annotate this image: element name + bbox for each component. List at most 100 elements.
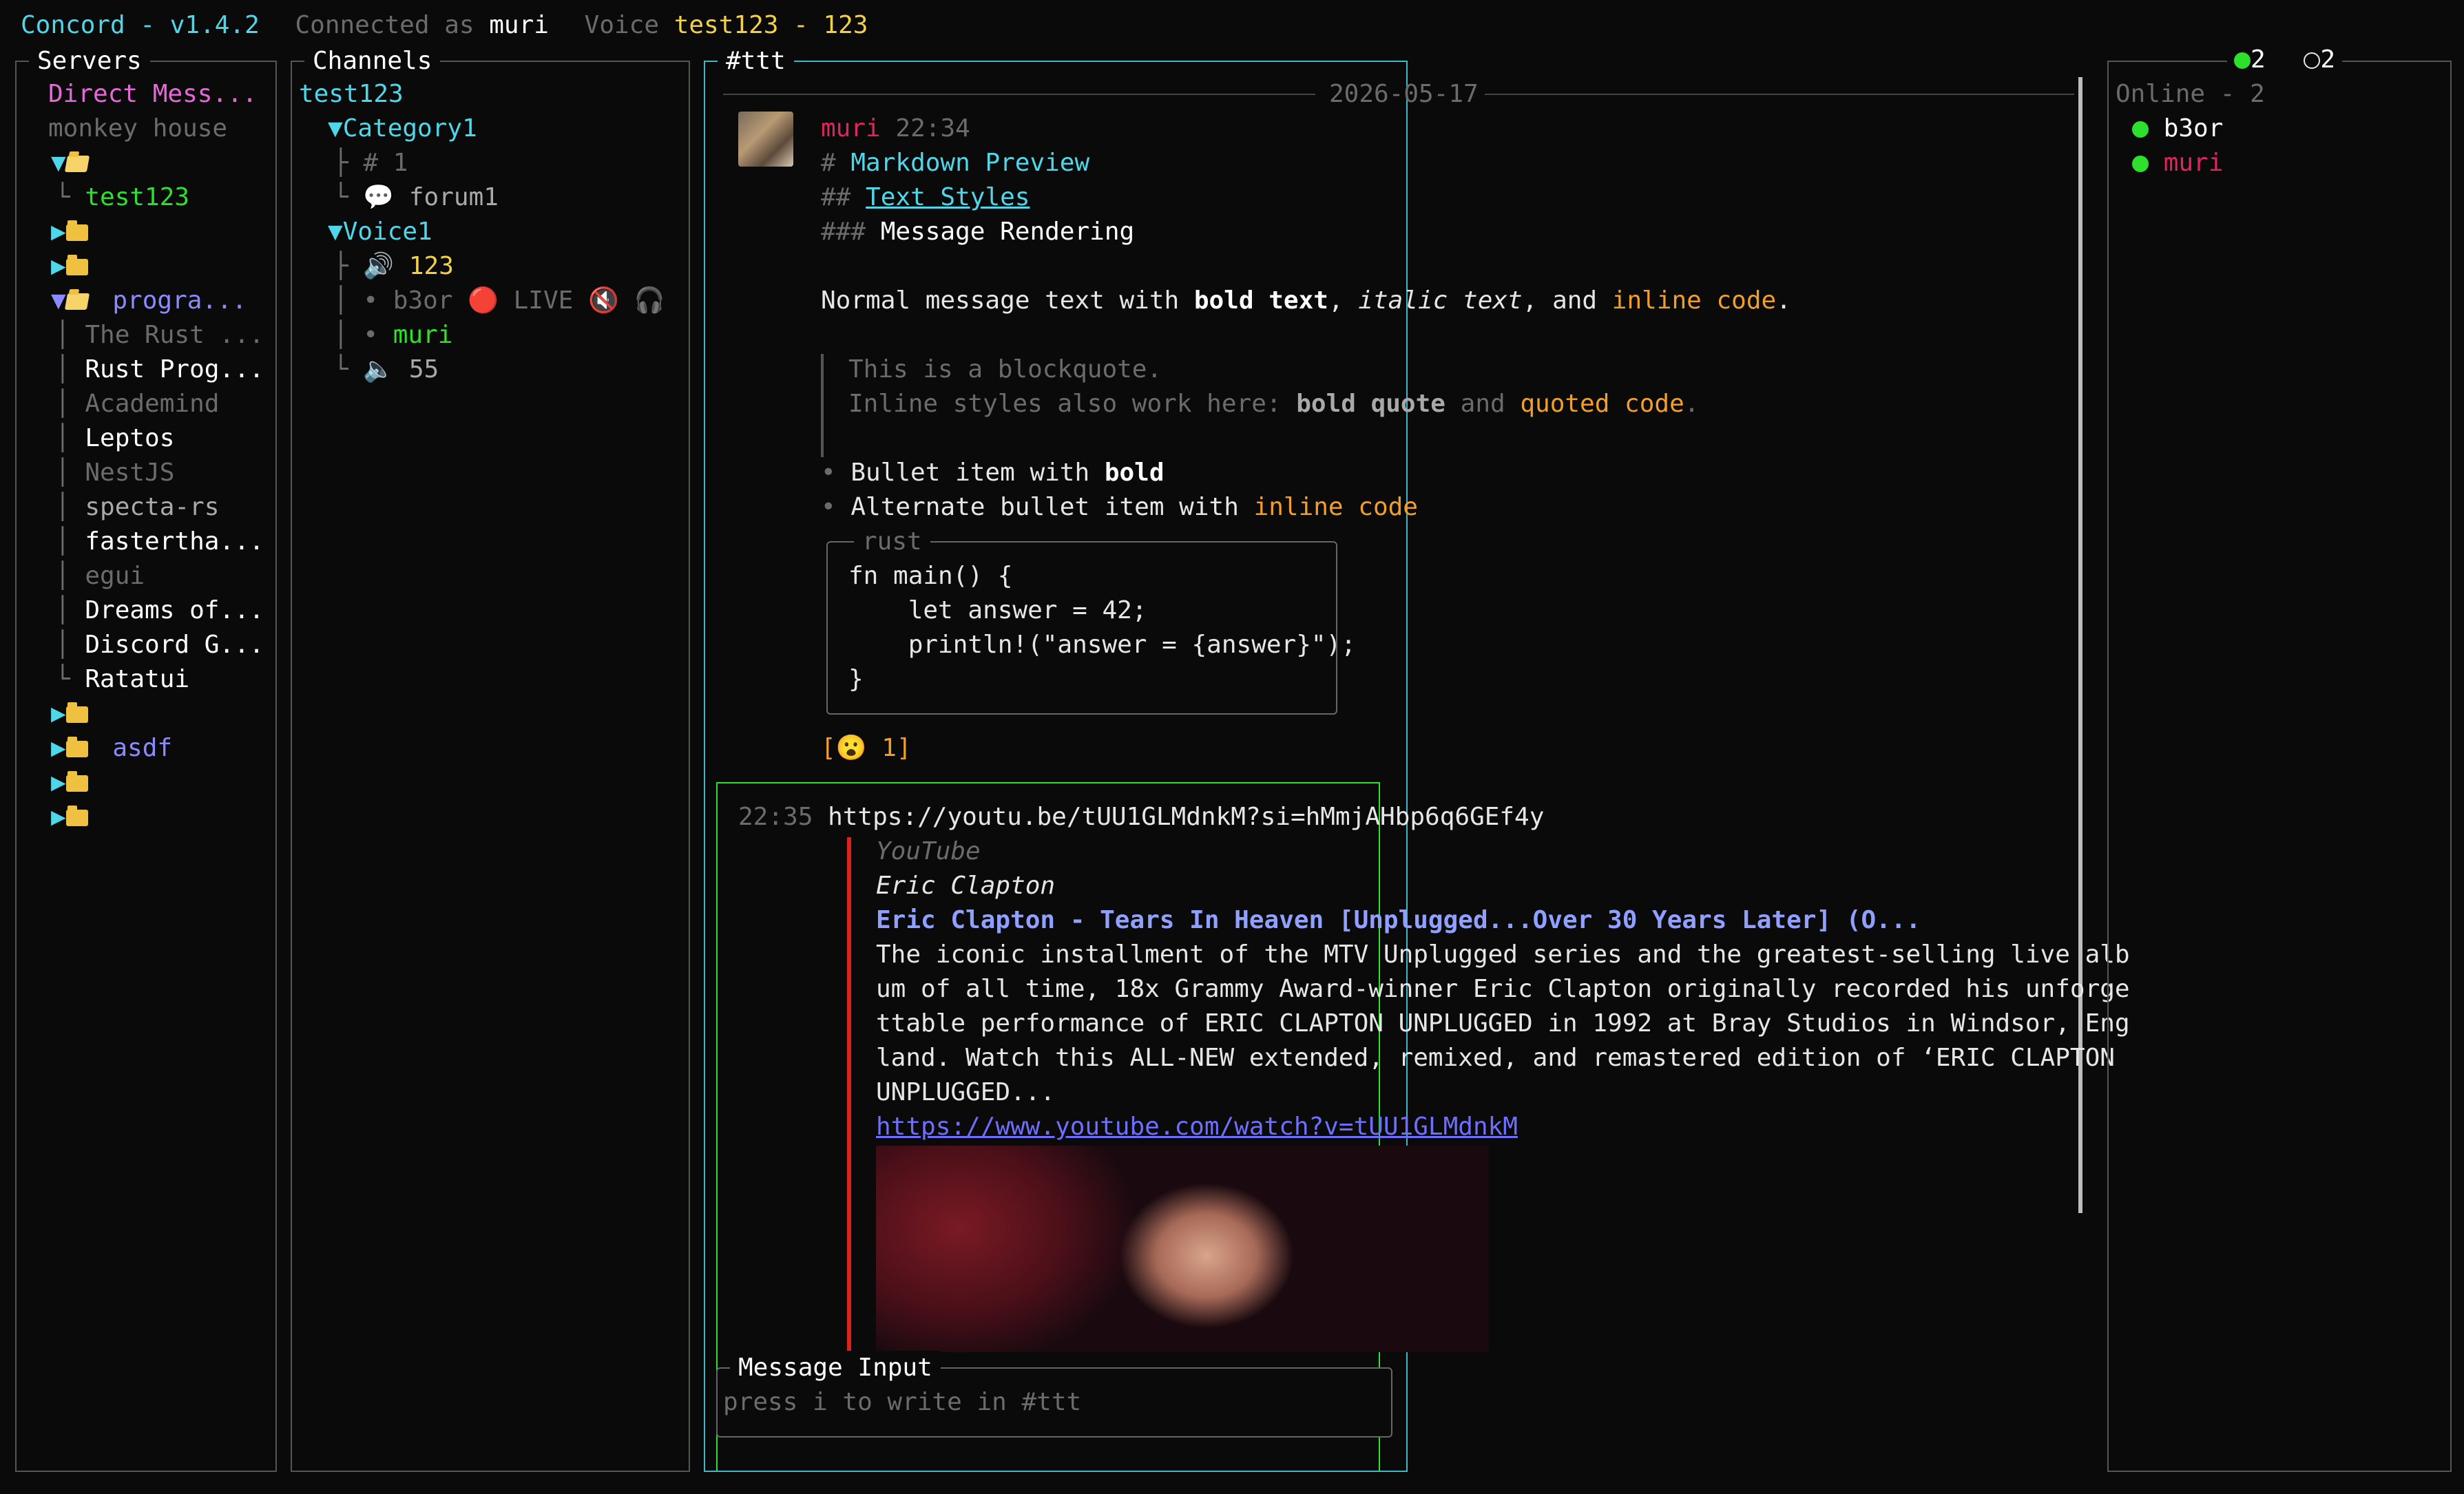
folder-label: asdf	[112, 734, 173, 762]
member-label: b3or	[2163, 114, 2224, 143]
folder-expanded-progra[interactable]: ▼ progra...	[51, 284, 247, 318]
voice-user-label: b3or	[393, 286, 453, 315]
voice-user-b3or[interactable]: │ • b3or 🔴 LIVE 🔇 🎧	[333, 284, 665, 318]
avatar[interactable]	[738, 112, 793, 167]
chevron-right-icon: ▶	[51, 768, 66, 797]
code-language: rust	[854, 525, 930, 559]
text: .	[1776, 286, 1791, 315]
folder-icon	[65, 255, 88, 275]
live-red-circle-icon: 🔴	[468, 286, 499, 315]
server-item-fastertha[interactable]: │ fastertha...	[55, 525, 264, 559]
heading-text: Text Styles	[866, 183, 1030, 211]
bullet-item-1: • Bullet item with bold	[821, 456, 1165, 490]
italic-text: italic text	[1358, 286, 1523, 315]
online-count: 2	[2251, 45, 2266, 74]
embed-description-line: ttable performance of ERIC CLAPTON UNPLU…	[876, 1009, 2130, 1038]
chevron-down-icon: ▼	[328, 218, 343, 246]
hash-icon: #	[363, 149, 393, 177]
bracket: [	[821, 734, 836, 762]
text: Alternate bullet item with	[850, 493, 1254, 521]
embed-link[interactable]: https://www.youtube.com/watch?v=tUU1GLMd…	[876, 1113, 1518, 1141]
code-line-1: fn main() {	[848, 562, 1013, 590]
heading-3: ### Message Rendering	[821, 215, 1134, 249]
reaction-count: 1]	[866, 734, 912, 762]
server-item-test123[interactable]: └ test123	[55, 180, 189, 215]
server-item-direct-messages[interactable]: Direct Mess...	[48, 77, 257, 112]
folder-collapsed-asdf[interactable]: ▶ asdf	[51, 731, 172, 766]
code-line-3: println!("answer = {answer}");	[848, 631, 1356, 659]
member-muri[interactable]: muri	[2132, 146, 2223, 180]
folder-open-icon	[64, 156, 90, 172]
online-dot-icon	[2234, 52, 2251, 69]
server-item-rust1[interactable]: │ The Rust ...	[55, 318, 264, 353]
message-url[interactable]: https://youtu.be/tUU1GLMdnkM?si=hMmjAHbp…	[828, 803, 1544, 831]
channel-forum1[interactable]: └ 💬 forum1	[333, 180, 499, 215]
category-1[interactable]: ▼Category1	[328, 112, 477, 146]
tree-branch: └	[55, 183, 85, 211]
members-panel	[2107, 61, 2452, 1472]
server-item-rust2[interactable]: │ Rust Prog...	[55, 353, 264, 387]
current-user: muri	[489, 11, 549, 39]
embed-title[interactable]: Eric Clapton - Tears In Heaven [Unplugge…	[876, 903, 1921, 938]
tree-branch: │	[55, 321, 85, 349]
folder-collapsed-5[interactable]: ▶	[51, 800, 88, 834]
category-label: Voice1	[342, 218, 432, 246]
online-header: Online - 2	[2116, 80, 2265, 108]
voice-channel-55[interactable]: └ 🔈 55	[333, 353, 439, 387]
offline-ring-icon	[2304, 52, 2321, 69]
server-item-nestjs[interactable]: │ NestJS	[55, 456, 174, 490]
folder-icon	[65, 771, 88, 792]
embed-thumbnail[interactable]	[876, 1146, 1489, 1352]
bold-text: bold text	[1193, 286, 1328, 315]
server-item-egui[interactable]: │ egui	[55, 559, 145, 593]
date-separator-line-left	[723, 94, 1315, 95]
server-label: Rust Prog...	[85, 355, 264, 383]
text: ,	[1328, 286, 1359, 315]
channel-label: 55	[408, 355, 439, 383]
heading-text: Message Rendering	[880, 218, 1135, 246]
text: .	[1684, 390, 1700, 418]
bullet-icon: •	[821, 459, 851, 487]
folder-collapsed-1[interactable]: ▶	[51, 215, 88, 249]
channel-text-1[interactable]: ├ # 1	[333, 146, 408, 180]
chevron-right-icon: ▶	[51, 734, 66, 762]
folder-collapsed-3[interactable]: ▶	[51, 697, 88, 731]
server-item-dreams[interactable]: │ Dreams of...	[55, 593, 264, 628]
speaker-low-icon: 🔈	[363, 355, 395, 383]
folder-collapsed-4[interactable]: ▶	[51, 766, 88, 800]
tree-branch: │	[55, 527, 85, 556]
message-input-placeholder[interactable]: press i to write in #ttt	[723, 1385, 1081, 1420]
message-time: 22:34	[895, 114, 970, 143]
chevron-down-icon: ▼	[51, 286, 66, 315]
server-item-academind[interactable]: │ Academind	[55, 387, 219, 421]
embed-description-line: land. Watch this ALL-NEW extended, remix…	[876, 1044, 2115, 1072]
folder-collapsed-2[interactable]: ▶	[51, 249, 88, 284]
server-item-specta[interactable]: │ specta-rs	[55, 490, 219, 525]
member-b3or[interactable]: b3or	[2132, 112, 2223, 146]
online-dot-icon	[2132, 156, 2149, 172]
message-input-title: Message Input	[730, 1351, 941, 1385]
chevron-down-icon: ▼	[51, 149, 66, 177]
server-label: Dreams of...	[85, 596, 264, 624]
voice-status[interactable]: test123 - 123	[674, 11, 868, 39]
category-voice1[interactable]: ▼Voice1	[328, 215, 432, 249]
server-item-discord[interactable]: │ Discord G...	[55, 628, 264, 662]
server-item-leptos[interactable]: │ Leptos	[55, 421, 174, 456]
speech-bubble-icon: 💬	[363, 183, 395, 211]
blockquote-line-2: Inline styles also work here: bold quote…	[848, 387, 1699, 421]
server-item-ratatui[interactable]: └ Ratatui	[55, 662, 189, 697]
folder-expanded-1[interactable]: ▼	[51, 146, 90, 180]
reaction[interactable]: [😮 1]	[821, 731, 912, 766]
offline-count: 2	[2320, 45, 2336, 74]
voice-channel-123[interactable]: ├ 🔊 123	[333, 249, 454, 284]
voice-user-muri[interactable]: │ • muri	[333, 318, 452, 353]
server-item-monkey-house[interactable]: monkey house	[48, 112, 227, 146]
paragraph: Normal message text with bold text, ital…	[821, 284, 1791, 318]
date-separator: 2026-05-17	[1329, 80, 1479, 108]
live-label: LIVE	[513, 286, 574, 315]
server-label: The Rust ...	[85, 321, 264, 349]
embed-link-row: https://www.youtube.com/watch?v=tUU1GLMd…	[876, 1110, 1518, 1144]
folder-icon	[65, 806, 88, 826]
tree-branch: │	[55, 493, 85, 521]
message-author[interactable]: muri	[821, 114, 881, 143]
